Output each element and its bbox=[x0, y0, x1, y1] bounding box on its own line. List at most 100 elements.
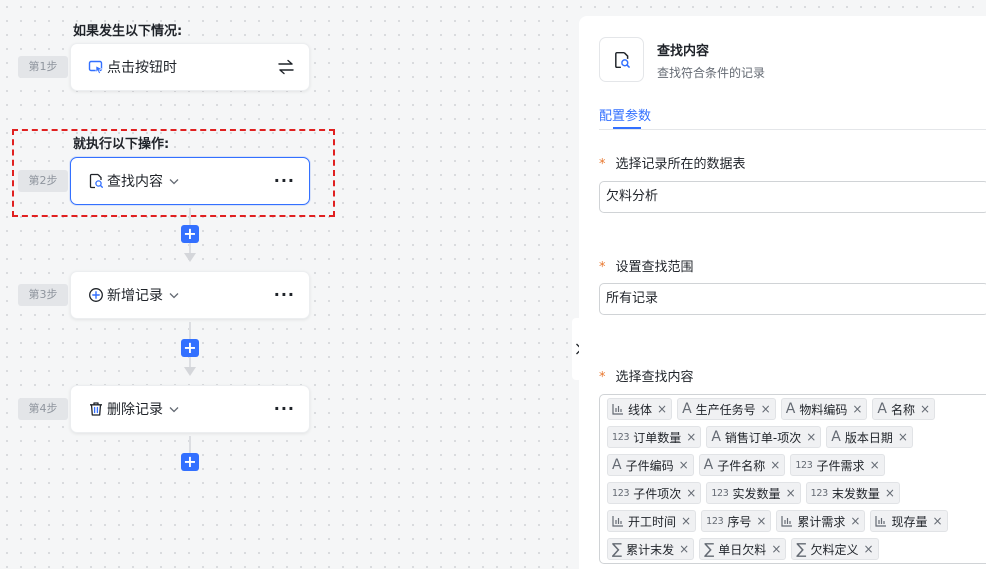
required-mark: * bbox=[599, 157, 606, 172]
remove-tag-icon[interactable]: × bbox=[885, 486, 895, 500]
tab-config-params[interactable]: 配置参数 bbox=[599, 105, 651, 124]
tag-row: 123 子件项次 × 123 实发数量 × 123 末发数量 × bbox=[607, 482, 986, 504]
field-label-content: * 选择查找内容 bbox=[599, 366, 694, 385]
field-tag-label: 子件编码 bbox=[625, 458, 674, 473]
text-type-icon: A bbox=[703, 457, 714, 473]
remove-tag-icon[interactable]: × bbox=[932, 514, 942, 528]
field-tag-label: 子件需求 bbox=[816, 458, 865, 473]
remove-tag-icon[interactable]: × bbox=[761, 402, 771, 416]
field-tag[interactable]: A 物料编码 × bbox=[780, 398, 868, 420]
remove-tag-icon[interactable]: × bbox=[852, 402, 862, 416]
step-tag-4: 第4步 bbox=[18, 398, 68, 420]
step-tag-3: 第3步 bbox=[18, 284, 68, 306]
add-step-button[interactable]: + bbox=[181, 339, 199, 357]
field-tag[interactable]: A 子件编码 × bbox=[607, 454, 694, 476]
step-card-1[interactable]: 点击按钮时 bbox=[70, 43, 310, 91]
remove-tag-icon[interactable]: × bbox=[686, 486, 696, 500]
remove-tag-icon[interactable]: × bbox=[770, 458, 780, 472]
remove-tag-icon[interactable]: × bbox=[786, 486, 796, 500]
highlight-box bbox=[12, 129, 335, 217]
field-label-table: * 选择记录所在的数据表 bbox=[599, 153, 746, 172]
field-tag[interactable]: 累计需求 × bbox=[776, 510, 866, 532]
scope-select[interactable]: 所有记录 bbox=[599, 283, 986, 315]
connector-line bbox=[189, 357, 191, 367]
arrow-down-icon bbox=[184, 367, 196, 376]
connector-line bbox=[189, 243, 191, 253]
field-tag[interactable]: 123 订单数量 × bbox=[607, 426, 702, 448]
field-multiselect[interactable]: 线体 × A 生产任务号 × A 物料编码 × A 名称 × 123 订单数量 × A 销售订单-项次 × A 版本… bbox=[599, 394, 986, 564]
field-tag[interactable]: ∑ 累计末发 × bbox=[607, 538, 695, 560]
text-type-icon: A bbox=[831, 429, 841, 445]
field-tag-label: 序号 bbox=[727, 514, 752, 529]
field-tag-label: 欠料定义 bbox=[810, 542, 859, 557]
number-type-icon: 123 bbox=[612, 487, 630, 499]
remove-tag-icon[interactable]: × bbox=[920, 402, 930, 416]
text-type-icon: A bbox=[682, 401, 692, 417]
field-tag[interactable]: 123 末发数量 × bbox=[805, 482, 900, 504]
step-card-3[interactable]: 新增记录 ··· bbox=[70, 271, 310, 319]
bar-chart-icon bbox=[612, 515, 624, 527]
add-step-button[interactable]: + bbox=[181, 453, 199, 471]
table-select[interactable]: 欠料分析 bbox=[599, 181, 986, 213]
formula-sum-icon: ∑ bbox=[612, 540, 623, 558]
field-label-text: 选择查找内容 bbox=[615, 370, 694, 385]
remove-tag-icon[interactable]: × bbox=[771, 542, 781, 556]
field-tag[interactable]: 现存量 × bbox=[870, 510, 948, 532]
field-label-text: 选择记录所在的数据表 bbox=[615, 157, 746, 172]
required-mark: * bbox=[599, 260, 606, 275]
remove-tag-icon[interactable]: × bbox=[898, 430, 908, 444]
field-tag[interactable]: A 生产任务号 × bbox=[677, 398, 776, 420]
add-step-button[interactable]: + bbox=[181, 225, 199, 243]
field-tag-label: 物料编码 bbox=[799, 402, 848, 417]
remove-tag-icon[interactable]: × bbox=[679, 542, 689, 556]
chevron-down-icon[interactable] bbox=[169, 406, 179, 413]
remove-tag-icon[interactable]: × bbox=[756, 514, 766, 528]
field-tag[interactable]: 123 子件项次 × bbox=[607, 482, 702, 504]
field-tag-label: 累计需求 bbox=[797, 514, 846, 529]
field-tag[interactable]: 开工时间 × bbox=[607, 510, 697, 532]
field-tag[interactable]: 123 子件需求 × bbox=[790, 454, 885, 476]
field-tag[interactable]: A 子件名称 × bbox=[698, 454, 786, 476]
field-tag-label: 实发数量 bbox=[732, 486, 781, 501]
step-card-4[interactable]: 删除记录 ··· bbox=[70, 385, 310, 433]
field-tag[interactable]: A 销售订单-项次 × bbox=[706, 426, 822, 448]
field-tag[interactable]: ∑ 欠料定义 × bbox=[791, 538, 879, 560]
field-tag[interactable]: 123 序号 × bbox=[701, 510, 772, 532]
field-tag-label: 销售订单-项次 bbox=[724, 430, 802, 445]
field-tag-label: 单日欠料 bbox=[718, 542, 767, 557]
field-label-scope: * 设置查找范围 bbox=[599, 256, 694, 275]
text-type-icon: A bbox=[711, 429, 721, 445]
more-icon[interactable]: ··· bbox=[274, 287, 295, 303]
number-type-icon: 123 bbox=[810, 487, 829, 499]
required-mark: * bbox=[599, 370, 606, 385]
step-title-1: 点击按钮时 bbox=[107, 60, 177, 76]
swap-arrows-icon[interactable] bbox=[277, 59, 295, 75]
remove-tag-icon[interactable]: × bbox=[870, 458, 880, 472]
remove-tag-icon[interactable]: × bbox=[686, 430, 696, 444]
panel-title: 查找内容 bbox=[657, 44, 710, 59]
step-tag-1: 第1步 bbox=[18, 56, 68, 78]
field-tag-label: 线体 bbox=[628, 402, 653, 417]
remove-tag-icon[interactable]: × bbox=[864, 542, 874, 556]
chevron-down-icon[interactable] bbox=[169, 292, 179, 299]
field-tag[interactable]: ∑ 单日欠料 × bbox=[699, 538, 787, 560]
field-tag-label: 版本日期 bbox=[844, 430, 893, 445]
field-tag[interactable]: A 版本日期 × bbox=[826, 426, 913, 448]
trigger-heading: 如果发生以下情况: bbox=[73, 24, 183, 39]
more-icon[interactable]: ··· bbox=[274, 401, 295, 417]
remove-tag-icon[interactable]: × bbox=[681, 514, 691, 528]
field-tag-label: 末发数量 bbox=[831, 486, 880, 501]
remove-tag-icon[interactable]: × bbox=[806, 430, 816, 444]
number-type-icon: 123 bbox=[612, 431, 630, 443]
number-type-icon: 123 bbox=[706, 515, 724, 527]
remove-tag-icon[interactable]: × bbox=[657, 402, 667, 416]
remove-tag-icon[interactable]: × bbox=[679, 458, 689, 472]
remove-tag-icon[interactable]: × bbox=[850, 514, 860, 528]
field-label-text: 设置查找范围 bbox=[615, 260, 694, 275]
field-tag-label: 开工时间 bbox=[628, 514, 677, 529]
cursor-click-icon bbox=[87, 58, 105, 76]
field-tag[interactable]: A 名称 × bbox=[872, 398, 936, 420]
field-tag-label: 子件名称 bbox=[717, 458, 766, 473]
field-tag[interactable]: 线体 × bbox=[607, 398, 673, 420]
field-tag[interactable]: 123 实发数量 × bbox=[706, 482, 801, 504]
